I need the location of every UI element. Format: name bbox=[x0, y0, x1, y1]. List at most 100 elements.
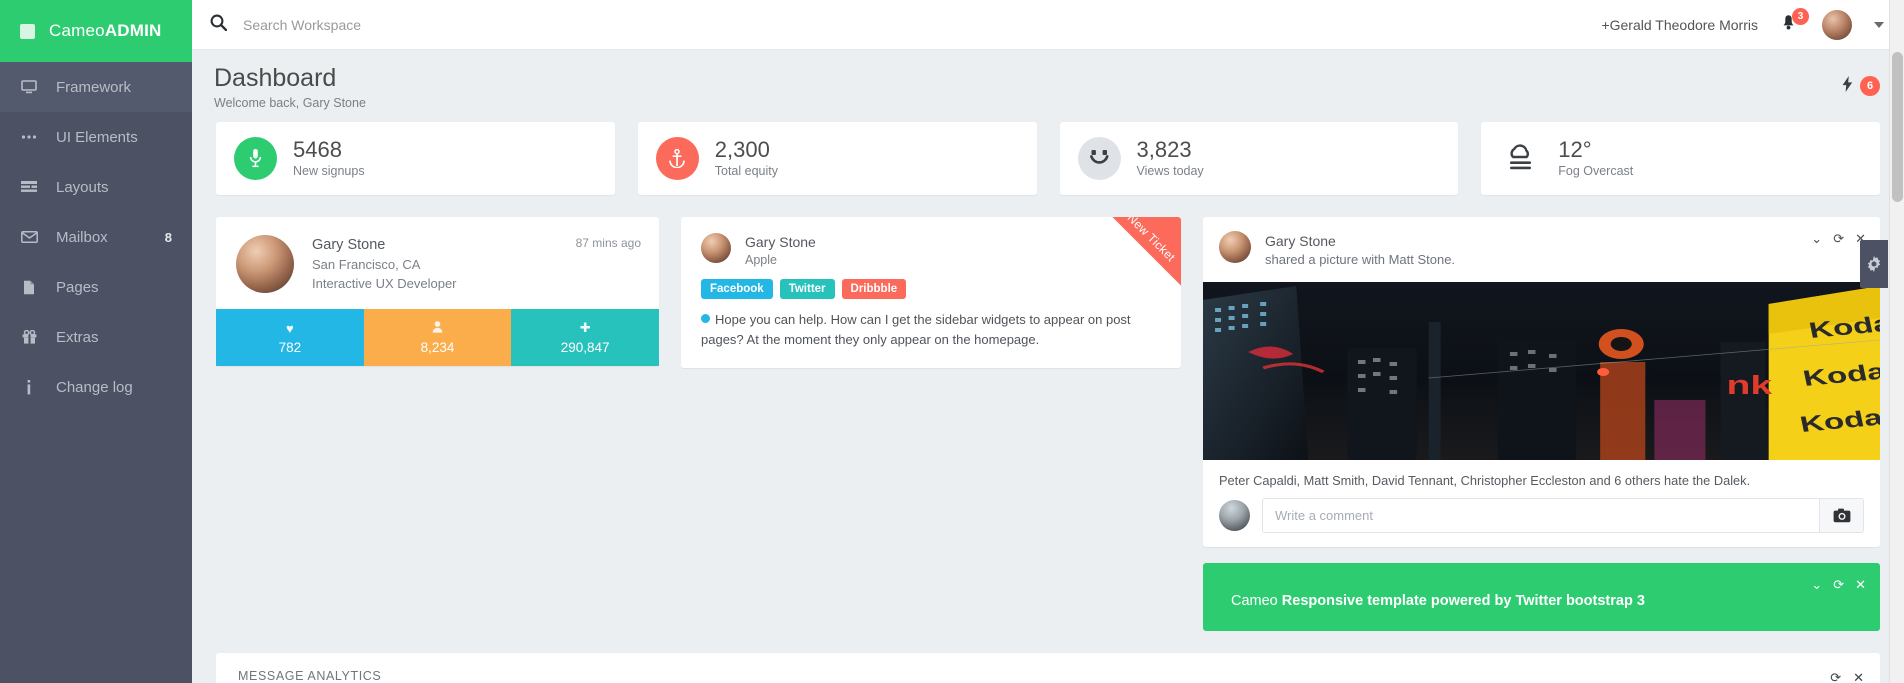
refresh-icon[interactable]: ⟳ bbox=[1833, 577, 1844, 593]
stat-label: Fog Overcast bbox=[1558, 164, 1634, 179]
brand-name-light: Cameo bbox=[49, 21, 105, 40]
file-icon bbox=[20, 280, 38, 295]
user-name-label[interactable]: +Gerald Theodore Morris bbox=[1601, 17, 1758, 33]
profile-timestamp: 87 mins ago bbox=[575, 235, 641, 250]
refresh-icon[interactable]: ⟳ bbox=[1833, 231, 1844, 247]
social-post-header: Gary Stone shared a picture with Matt St… bbox=[1203, 217, 1880, 282]
promo-card-tools: ⌄ ⟳ ✕ bbox=[1811, 577, 1866, 593]
page-scrollbar[interactable] bbox=[1889, 0, 1904, 683]
ellipsis-icon bbox=[20, 135, 38, 139]
sidebar-item-change-log[interactable]: Change log bbox=[0, 362, 192, 412]
brand-logo[interactable]: CameoADMIN bbox=[0, 0, 192, 62]
heart-icon: ♥ bbox=[285, 320, 294, 336]
close-icon[interactable]: ✕ bbox=[1853, 670, 1864, 683]
ticket-card: New Ticket Gary Stone Apple Facebook Twi… bbox=[681, 216, 1181, 369]
social-post-image: Kodak Kodak Kodak nk bbox=[1203, 281, 1880, 460]
stat-card-views-today[interactable]: 3,823 Views today bbox=[1059, 121, 1459, 195]
profile-name: Gary Stone bbox=[312, 236, 386, 253]
page-subtitle: Welcome back, Gary Stone bbox=[214, 95, 366, 110]
square-logo-icon bbox=[20, 23, 35, 39]
microphone-icon bbox=[234, 136, 277, 180]
caret-down-icon[interactable] bbox=[1874, 21, 1884, 28]
sidebar-item-ui-elements[interactable]: UI Elements bbox=[0, 112, 192, 162]
profile-stat-value: 290,847 bbox=[560, 340, 610, 356]
search-icon bbox=[210, 14, 228, 36]
stat-card-total-equity[interactable]: 2,300 Total equity bbox=[637, 121, 1037, 195]
comment-input-wrap[interactable] bbox=[1262, 497, 1864, 533]
ticket-avatar bbox=[701, 232, 731, 263]
social-avatar bbox=[1219, 230, 1251, 263]
close-icon[interactable]: ✕ bbox=[1855, 577, 1866, 593]
stat-card-weather[interactable]: 12° Fog Overcast bbox=[1481, 121, 1880, 195]
sidebar-item-label: Framework bbox=[56, 78, 132, 96]
sidebar-item-framework[interactable]: Framework bbox=[0, 62, 192, 112]
smiley-icon bbox=[1077, 136, 1121, 180]
promo-text: Cameo Responsive template powered by Twi… bbox=[1231, 593, 1862, 609]
stat-label: Total equity bbox=[714, 164, 778, 179]
sidebar-item-pages[interactable]: Pages bbox=[0, 262, 192, 312]
chevron-down-icon[interactable]: ⌄ bbox=[1811, 231, 1822, 247]
chevron-down-icon[interactable]: ⌄ bbox=[1811, 577, 1822, 593]
profile-avatar bbox=[236, 234, 294, 293]
main-area: +Gerald Theodore Morris 3 Dashboard Welc… bbox=[192, 0, 1904, 683]
scrollbar-thumb[interactable] bbox=[1892, 52, 1903, 202]
stat-label: New signups bbox=[293, 164, 365, 179]
profile-stat-value: 8,234 bbox=[420, 339, 455, 355]
fog-overcast-icon bbox=[1499, 137, 1542, 180]
tag-twitter[interactable]: Twitter bbox=[779, 278, 835, 299]
stat-value: 2,300 bbox=[714, 137, 770, 163]
ticket-column: New Ticket Gary Stone Apple Facebook Twi… bbox=[681, 216, 1181, 369]
promo-card: ⌄ ⟳ ✕ Cameo Responsive template powered … bbox=[1203, 562, 1880, 631]
sidebar: CameoADMIN Framework UI Elements Layouts… bbox=[0, 0, 192, 683]
social-post-subtitle: shared a picture with Matt Stone. bbox=[1265, 252, 1456, 268]
svg-text:nk: nk bbox=[1727, 371, 1773, 400]
refresh-icon[interactable]: ⟳ bbox=[1830, 670, 1841, 683]
stat-value: 3,823 bbox=[1136, 137, 1192, 163]
profile-role: Interactive UX Developer bbox=[312, 275, 457, 291]
page-title: Dashboard bbox=[214, 64, 337, 92]
promo-text-bold: Responsive template powered by Twitter b… bbox=[1281, 592, 1645, 609]
avatar[interactable] bbox=[1822, 9, 1852, 40]
brand-name-bold: ADMIN bbox=[104, 21, 162, 40]
ticket-author-name: Gary Stone bbox=[745, 233, 816, 250]
profile-stat-value: 782 bbox=[278, 339, 302, 355]
user-icon bbox=[432, 321, 443, 336]
envelope-icon bbox=[20, 231, 38, 243]
chart-header: MESSAGE ANALYTICS Weekly Stats ⟳ ✕ bbox=[216, 653, 1880, 683]
stat-card-new-signups[interactable]: 5468 New signups bbox=[216, 121, 615, 195]
settings-gear-icon[interactable] bbox=[1860, 240, 1888, 288]
chart-title: MESSAGE ANALYTICS bbox=[238, 668, 382, 683]
sidebar-item-label: Extras bbox=[56, 328, 99, 346]
search-bar[interactable] bbox=[210, 14, 1601, 36]
comment-input[interactable] bbox=[1263, 498, 1819, 532]
page-header: Dashboard Welcome back, Gary Stone 6 bbox=[192, 50, 1904, 122]
info-icon bbox=[20, 379, 38, 395]
sidebar-badge-mailbox: 8 bbox=[164, 229, 172, 245]
stat-value: 5468 bbox=[293, 137, 342, 163]
sidebar-item-layouts[interactable]: Layouts bbox=[0, 162, 192, 212]
notifications-button[interactable]: 3 bbox=[1780, 7, 1809, 36]
notification-count-badge: 3 bbox=[1792, 7, 1809, 25]
anchor-icon bbox=[655, 136, 699, 180]
camera-icon[interactable] bbox=[1819, 498, 1863, 532]
social-column: Gary Stone shared a picture with Matt St… bbox=[1203, 216, 1880, 631]
profile-header: Gary Stone San Francisco, CA Interactive… bbox=[216, 217, 659, 310]
sidebar-item-mailbox[interactable]: Mailbox 8 bbox=[0, 212, 192, 262]
profile-location: San Francisco, CA bbox=[312, 256, 421, 272]
tag-facebook[interactable]: Facebook bbox=[701, 278, 773, 299]
social-post-caption: Peter Capaldi, Matt Smith, David Tennant… bbox=[1219, 472, 1751, 488]
search-input[interactable] bbox=[243, 16, 543, 33]
ticket-tags: Facebook Twitter Dribbble bbox=[701, 278, 1161, 299]
profile-stat-followers[interactable]: 8,234 bbox=[363, 309, 512, 367]
profile-column: Gary Stone San Francisco, CA Interactive… bbox=[216, 216, 660, 367]
stat-value: 12° bbox=[1558, 137, 1592, 163]
ticket-message-wrap: Hope you can help. How can I get the sid… bbox=[701, 310, 1131, 350]
sidebar-item-label: Pages bbox=[56, 278, 99, 296]
header-activity[interactable]: 6 bbox=[1842, 76, 1880, 96]
profile-stat-likes[interactable]: ♥ 782 bbox=[216, 309, 364, 367]
status-dot-icon bbox=[701, 313, 710, 323]
tag-dribbble[interactable]: Dribbble bbox=[841, 278, 907, 299]
sidebar-item-extras[interactable]: Extras bbox=[0, 312, 192, 362]
promo-text-light: Cameo bbox=[1231, 592, 1278, 609]
profile-stat-adds[interactable]: ✚ 290,847 bbox=[511, 309, 660, 367]
